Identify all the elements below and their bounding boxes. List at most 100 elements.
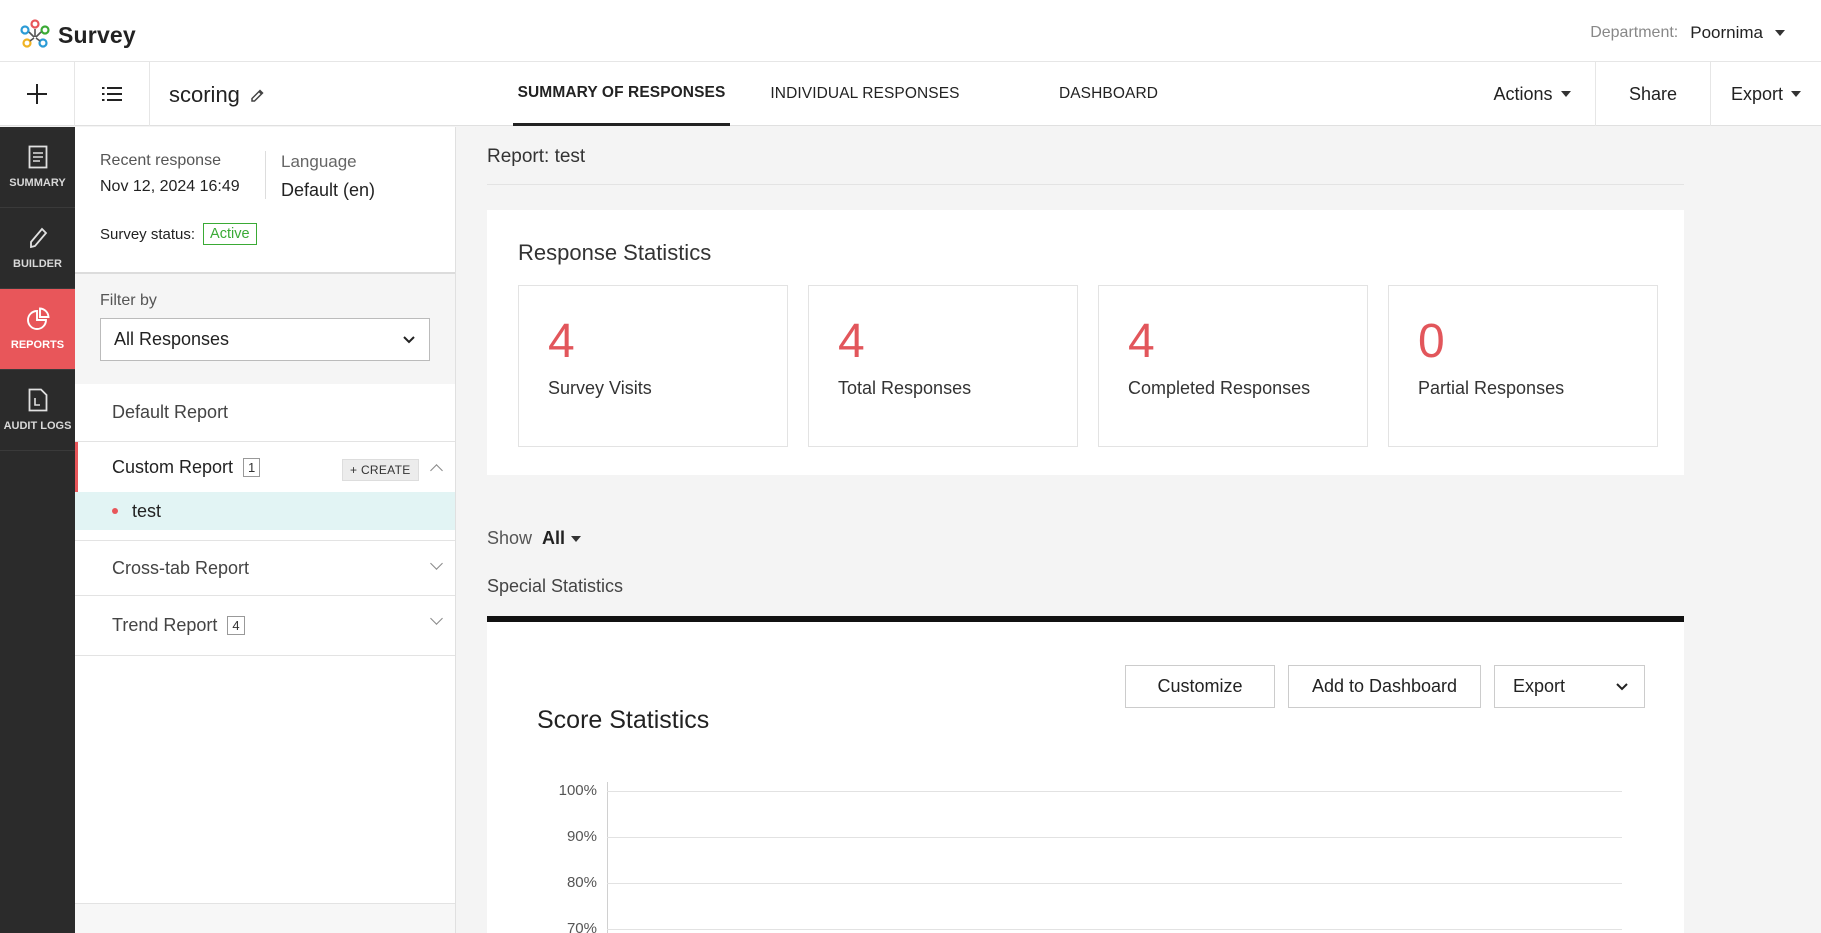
list-item[interactable]: test (75, 492, 455, 540)
report-item-trend[interactable]: Trend Report 4 (75, 596, 455, 656)
rail-item-reports[interactable]: REPORTS (0, 289, 75, 370)
reports-side-panel: Recent response Nov 12, 2024 16:49 Langu… (75, 127, 456, 933)
survey-status: Survey status: Active (100, 223, 257, 245)
stat-survey-visits: 4 Survey Visits (518, 285, 788, 447)
stat-value: 4 (1128, 315, 1155, 368)
report-list: Default Report Custom Report 1 + CREATE … (75, 384, 455, 656)
y-axis (607, 782, 608, 933)
stat-value: 4 (838, 315, 865, 368)
rail-item-audit-logs[interactable]: AUDIT LOGS (0, 370, 75, 451)
report-item-label: Trend Report (112, 615, 218, 635)
tab-summary-of-responses[interactable]: SUMMARY OF RESPONSES (513, 62, 730, 126)
department-selector[interactable]: Department: Poornima (1590, 23, 1785, 43)
report-item-label: Custom Report (112, 456, 234, 477)
survey-list-button[interactable] (75, 62, 150, 126)
report-item-custom[interactable]: Custom Report 1 + CREATE (75, 442, 455, 492)
report-item-label: Default Report (112, 402, 229, 422)
filter-select[interactable]: All Responses (100, 318, 430, 361)
top-bar: Survey Department: Poornima (0, 0, 1821, 62)
recent-response: Recent response Nov 12, 2024 16:49 (100, 152, 240, 196)
chevron-up-icon[interactable] (430, 464, 443, 477)
log-file-icon (28, 388, 47, 412)
rail-label: REPORTS (10, 339, 65, 351)
stats-heading: Response Statistics (518, 240, 712, 265)
add-to-dashboard-button[interactable]: Add to Dashboard (1288, 665, 1481, 708)
score-statistics-card: Score Statistics Customize Add to Dashbo… (487, 616, 1684, 933)
chevron-down-icon[interactable] (430, 557, 443, 570)
rail-item-summary[interactable]: SUMMARY (0, 127, 75, 208)
report-item-crosstab[interactable]: Cross-tab Report (75, 540, 455, 596)
filter-label: Filter by (100, 292, 157, 309)
report-title: Report: test (487, 146, 586, 167)
count-badge: 1 (243, 457, 261, 477)
stat-label: Survey Visits (548, 378, 652, 398)
count-badge: 4 (227, 616, 245, 635)
department-value[interactable]: Poornima (1690, 23, 1763, 43)
export-select[interactable]: Export (1494, 665, 1645, 708)
tab-dashboard[interactable]: DASHBOARD (1000, 62, 1217, 126)
rail-label: AUDIT LOGS (3, 420, 72, 432)
score-chart: 100% 90% 80% 70% (537, 782, 1637, 933)
stat-total-responses: 4 Total Responses (808, 285, 1078, 447)
show-label: Show (487, 528, 533, 548)
custom-report-name: test (132, 500, 162, 521)
report-item-default[interactable]: Default Report (75, 384, 455, 442)
stat-value: 0 (1418, 315, 1445, 368)
survey-name-text: scoring (169, 82, 240, 107)
chevron-down-icon (403, 335, 415, 343)
customize-button[interactable]: Customize (1125, 665, 1275, 708)
survey-title: scoring (169, 82, 265, 108)
divider (265, 151, 266, 199)
caret-down-icon (1791, 91, 1802, 97)
survey-navbar: scoring SUMMARY OF RESPONSES INDIVIDUAL … (0, 62, 1821, 126)
y-tick-label: 70% (566, 920, 597, 933)
actions-dropdown[interactable]: Actions (1469, 62, 1595, 126)
survey-logo-icon (18, 18, 52, 52)
add-button[interactable] (0, 62, 75, 126)
app-logo[interactable]: Survey (18, 18, 136, 52)
y-tick-label: 80% (566, 874, 597, 891)
gridline (607, 929, 1622, 930)
rail-label: SUMMARY (9, 177, 66, 189)
export-dropdown[interactable]: Export (1710, 62, 1821, 126)
list-icon (102, 87, 122, 101)
language-info: Language Default (en) (281, 152, 375, 201)
y-tick-label: 90% (566, 828, 597, 845)
show-filter: Show All (487, 528, 582, 549)
caret-down-icon[interactable] (1775, 30, 1785, 36)
create-report-button[interactable]: + CREATE (342, 459, 419, 481)
bullet-dot-icon (112, 508, 118, 514)
chevron-down-icon[interactable] (430, 612, 443, 625)
customize-label: Customize (1157, 676, 1243, 696)
special-statistics-heading: Special Statistics (487, 576, 624, 596)
filter-select-value: All Responses (114, 329, 230, 349)
report-item-label: Cross-tab Report (112, 557, 250, 578)
caret-down-icon (571, 535, 582, 542)
actions-label: Actions (1493, 83, 1553, 104)
report-main: Report: test Response Statistics 4 Surve… (457, 127, 1821, 933)
recent-response-value: Nov 12, 2024 16:49 (100, 178, 240, 195)
plus-icon (27, 84, 47, 104)
caret-down-icon (1560, 91, 1571, 97)
export-label: Export (1730, 83, 1784, 104)
divider (487, 184, 1684, 185)
document-icon (28, 145, 47, 169)
share-button[interactable]: Share (1595, 62, 1710, 126)
app-name: Survey (58, 21, 136, 48)
score-title: Score Statistics (537, 706, 710, 734)
show-value: All (542, 528, 566, 548)
edit-pencil-icon[interactable] (250, 88, 265, 103)
gridline (607, 883, 1622, 884)
stat-completed-responses: 4 Completed Responses (1098, 285, 1368, 447)
stat-label: Completed Responses (1128, 378, 1311, 398)
rail-label: BUILDER (13, 258, 62, 270)
department-label: Department: (1590, 24, 1679, 41)
rail-item-builder[interactable]: BUILDER (0, 208, 75, 289)
share-label: Share (1628, 83, 1678, 104)
stat-label: Partial Responses (1418, 378, 1565, 398)
show-dropdown[interactable]: All (542, 528, 582, 549)
tab-individual-responses[interactable]: INDIVIDUAL RESPONSES (730, 62, 1000, 126)
stat-partial-responses: 0 Partial Responses (1388, 285, 1658, 447)
response-statistics-card: Response Statistics 4 Survey Visits 4 To… (487, 210, 1684, 475)
survey-status-label: Survey status: (100, 225, 196, 243)
